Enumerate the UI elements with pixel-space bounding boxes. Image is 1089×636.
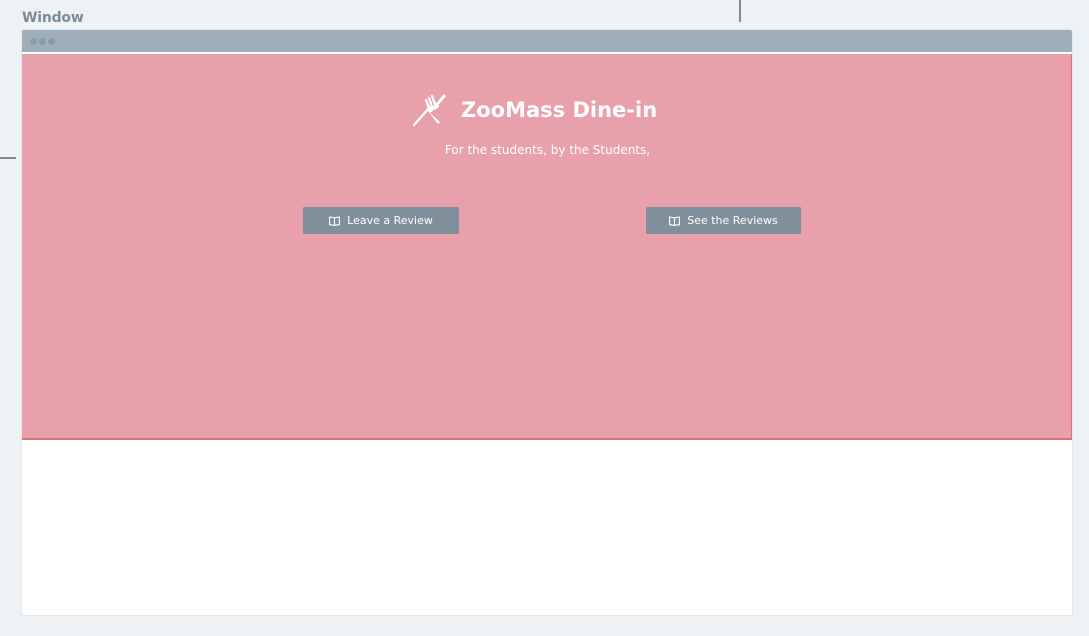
window-frame: ZooMass Dine-in For the students, by the… [22,30,1072,615]
window-control-dot[interactable] [30,38,37,45]
window-control-dot[interactable] [39,38,46,45]
leave-review-button[interactable]: Leave a Review [303,207,459,234]
window-control-dot[interactable] [48,38,55,45]
window-titlebar [22,30,1072,52]
brand: ZooMass Dine-in [411,92,657,128]
window-label: Window [22,10,84,26]
tagline: For the students, by the Students, [22,143,1072,157]
book-icon [669,215,681,226]
see-reviews-button[interactable]: See the Reviews [646,207,801,234]
leave-review-label: Leave a Review [347,214,433,227]
guide-line-horizontal [0,157,16,159]
tagline-text: For the students, by the Students, [444,143,651,157]
design-canvas: Window ZooMass Dine-in For the students,… [0,0,1089,636]
fork-knife-icon [412,94,446,127]
app-title: ZooMass Dine-in [461,98,658,122]
window-controls [30,38,55,45]
book-icon [329,215,341,226]
guide-line-vertical [739,0,741,22]
see-reviews-label: See the Reviews [687,214,778,227]
hero-section: ZooMass Dine-in For the students, by the… [22,54,1072,440]
